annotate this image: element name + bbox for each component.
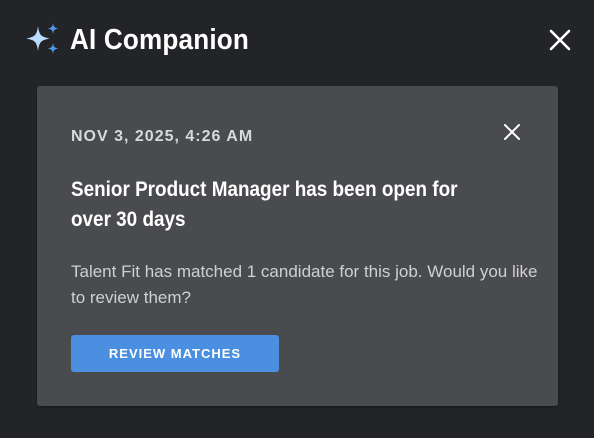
- dismiss-close-icon[interactable]: [503, 123, 521, 141]
- notification-timestamp: NOV 3, 2025, 4:26 AM: [71, 128, 254, 145]
- close-icon[interactable]: [548, 28, 572, 52]
- review-matches-button[interactable]: REVIEW MATCHES: [71, 335, 279, 372]
- notification-headline: Senior Product Manager has been open for…: [71, 178, 458, 231]
- panel-header: AI Companion: [24, 18, 576, 62]
- sparkle-icon: [26, 23, 59, 54]
- notification-card: NOV 3, 2025, 4:26 AM Senior Product Mana…: [37, 86, 558, 406]
- panel-title: AI Companion: [70, 24, 250, 56]
- notification-message: Talent Fit has matched 1 candidate for t…: [71, 262, 538, 307]
